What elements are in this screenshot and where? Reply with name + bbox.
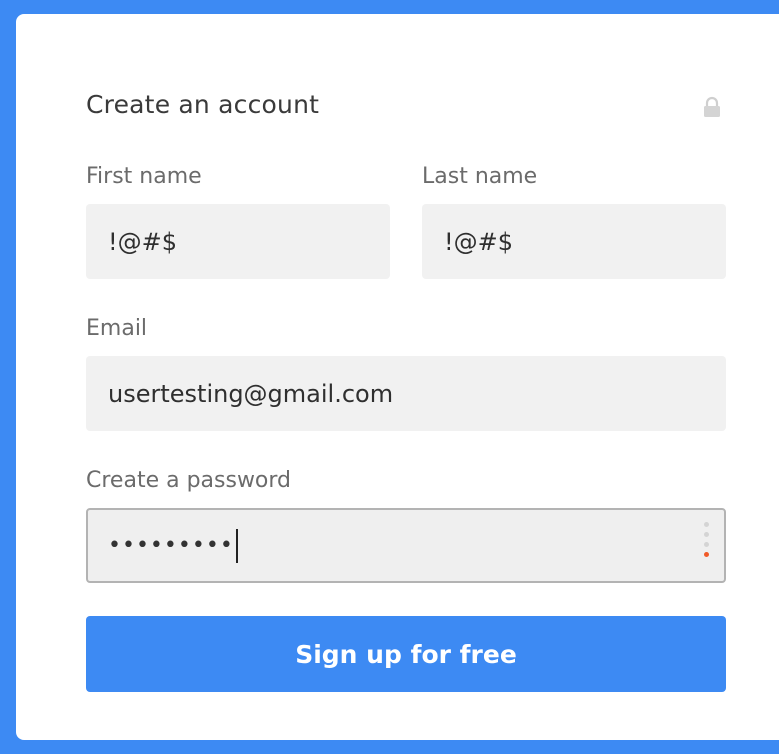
window-frame: Create an account First name Last name !… xyxy=(0,0,779,754)
last-name-value: !@#$ xyxy=(444,227,513,256)
password-label: Create a password xyxy=(86,468,292,493)
password-field[interactable]: ••••••••• xyxy=(86,508,726,583)
email-value: usertesting@gmail.com xyxy=(108,379,394,408)
strength-dot-active xyxy=(704,552,709,557)
first-name-field[interactable]: !@#$ xyxy=(86,204,390,279)
first-name-label: First name xyxy=(86,164,202,189)
strength-dot xyxy=(704,522,709,527)
password-masked-value: ••••••••• xyxy=(108,532,234,558)
email-field[interactable]: usertesting@gmail.com xyxy=(86,356,726,431)
strength-dot xyxy=(704,532,709,537)
signup-card: Create an account First name Last name !… xyxy=(16,14,779,740)
last-name-field[interactable]: !@#$ xyxy=(422,204,726,279)
email-label: Email xyxy=(86,316,148,341)
text-caret xyxy=(235,528,238,563)
strength-dot xyxy=(704,542,709,547)
sign-up-button[interactable]: Sign up for free xyxy=(86,616,726,692)
last-name-label: Last name xyxy=(422,164,538,189)
password-strength-meter xyxy=(704,522,710,557)
first-name-value: !@#$ xyxy=(108,227,177,256)
form-title: Create an account xyxy=(86,90,320,119)
lock-icon xyxy=(704,96,720,117)
